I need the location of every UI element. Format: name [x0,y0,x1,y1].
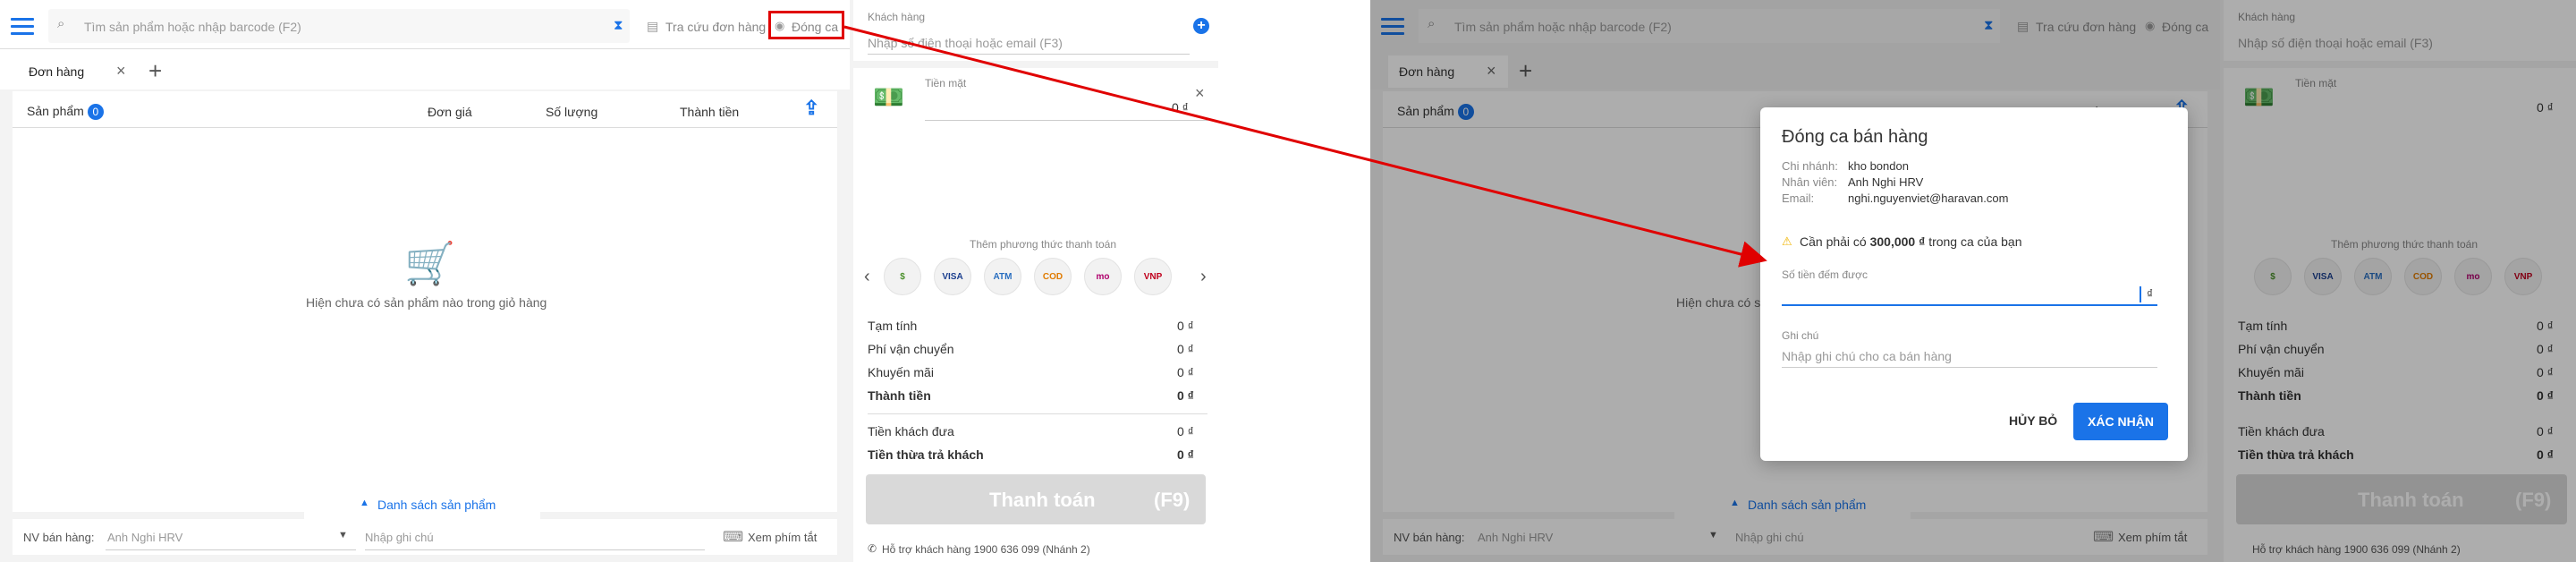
arrow-line [843,25,1767,268]
annotation-arrow [843,25,1767,268]
